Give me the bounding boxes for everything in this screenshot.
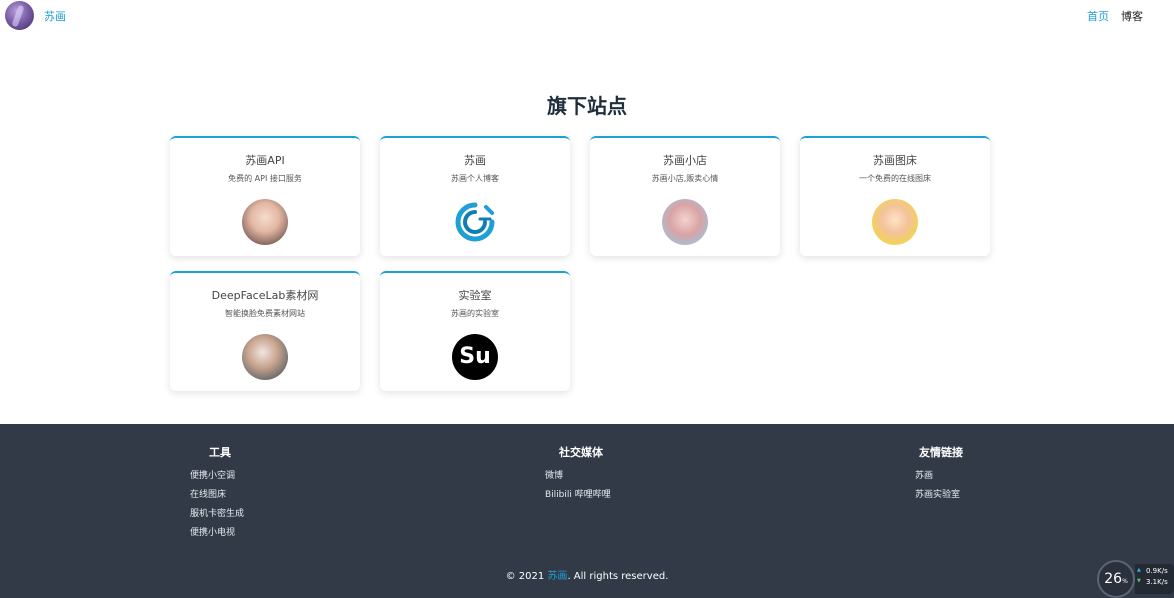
footer-link[interactable]: 服机卡密生成 [190, 506, 244, 519]
copyright: © 2021 苏画. All rights reserved. [0, 567, 1174, 582]
footer-heading: 社交媒体 [559, 446, 603, 459]
footer-social-column: 社交媒体 微博 Bilibili 哔哩哔哩 [545, 444, 611, 506]
copyright-prefix: © 2021 [505, 571, 548, 582]
footer-tools-column: 工具 便携小空调 在线图床 服机卡密生成 便携小电视 [190, 444, 244, 544]
portrait-man-icon [242, 334, 288, 380]
site-card-lab[interactable]: 实验室 苏画的实验室 Su [380, 271, 570, 391]
portrait-girl-icon [662, 199, 708, 245]
card-description: 苏画个人博客 [451, 174, 499, 183]
card-title: 实验室 [458, 289, 492, 302]
site-card-api[interactable]: 苏画API 免费的 API 接口服务 [170, 136, 360, 256]
footer-link[interactable]: 苏画 [915, 468, 963, 481]
cpu-gauge: 26% [1097, 560, 1135, 598]
footer-link[interactable]: 便携小电视 [190, 525, 244, 538]
card-description: 苏画小店,贩卖心情 [651, 174, 719, 183]
speed-readout: 0.9K/s 3.1K/s [1135, 564, 1174, 594]
site-footer: 工具 便携小空调 在线图床 服机卡密生成 便携小电视 社交媒体 微博 Bilib… [0, 424, 1174, 598]
nav-blog-link[interactable]: 博客 [1121, 8, 1143, 24]
card-title: DeepFaceLab素材网 [211, 289, 319, 302]
footer-heading: 友情链接 [919, 446, 963, 459]
site-card-deepfacelab[interactable]: DeepFaceLab素材网 智能换脸免费素材网站 [170, 271, 360, 391]
gauge-unit: % [1122, 578, 1128, 585]
su-logo-icon: Su [452, 334, 498, 380]
card-title: 苏画 [464, 154, 486, 167]
footer-link[interactable]: 微博 [545, 468, 611, 481]
portrait-girl-icon [872, 199, 918, 245]
footer-heading: 工具 [209, 446, 231, 459]
copyright-name-link[interactable]: 苏画 [547, 571, 567, 582]
card-description: 一个免费的在线图床 [859, 174, 931, 183]
footer-link[interactable]: Bilibili 哔哩哔哩 [545, 487, 611, 500]
card-title: 苏画小店 [663, 154, 707, 167]
network-speed-widget[interactable]: 26% 0.9K/s 3.1K/s [1097, 560, 1174, 598]
download-speed: 3.1K/s [1135, 578, 1174, 586]
site-card-blog[interactable]: 苏画 苏画个人博客 [380, 136, 570, 256]
card-title: 苏画图床 [873, 154, 917, 167]
brand-link[interactable]: 苏画 [44, 8, 66, 24]
site-card-image-host[interactable]: 苏画图床 一个免费的在线图床 [800, 136, 990, 256]
card-title: 苏画API [245, 154, 285, 167]
site-header: 苏画 首页 博客 [0, 0, 1174, 32]
footer-friends-column: 友情链接 苏画 苏画实验室 [915, 444, 963, 506]
footer-link[interactable]: 便携小空调 [190, 468, 244, 481]
site-card-shop[interactable]: 苏画小店 苏画小店,贩卖心情 [590, 136, 780, 256]
portrait-girl-icon [242, 199, 288, 245]
footer-link[interactable]: 在线图床 [190, 487, 244, 500]
footer-link[interactable]: 苏画实验室 [915, 487, 963, 500]
section-title: 旗下站点 [547, 94, 627, 118]
gauge-value: 26 [1104, 571, 1123, 587]
swirl-logo-icon [452, 199, 498, 245]
nav-home-link[interactable]: 首页 [1087, 8, 1109, 24]
avatar[interactable] [5, 1, 34, 30]
card-description: 智能换脸免费素材网站 [225, 309, 305, 318]
copyright-suffix: . All rights reserved. [567, 571, 669, 582]
card-description: 免费的 API 接口服务 [228, 174, 302, 183]
card-description: 苏画的实验室 [451, 309, 499, 318]
upload-speed: 0.9K/s [1135, 567, 1174, 575]
